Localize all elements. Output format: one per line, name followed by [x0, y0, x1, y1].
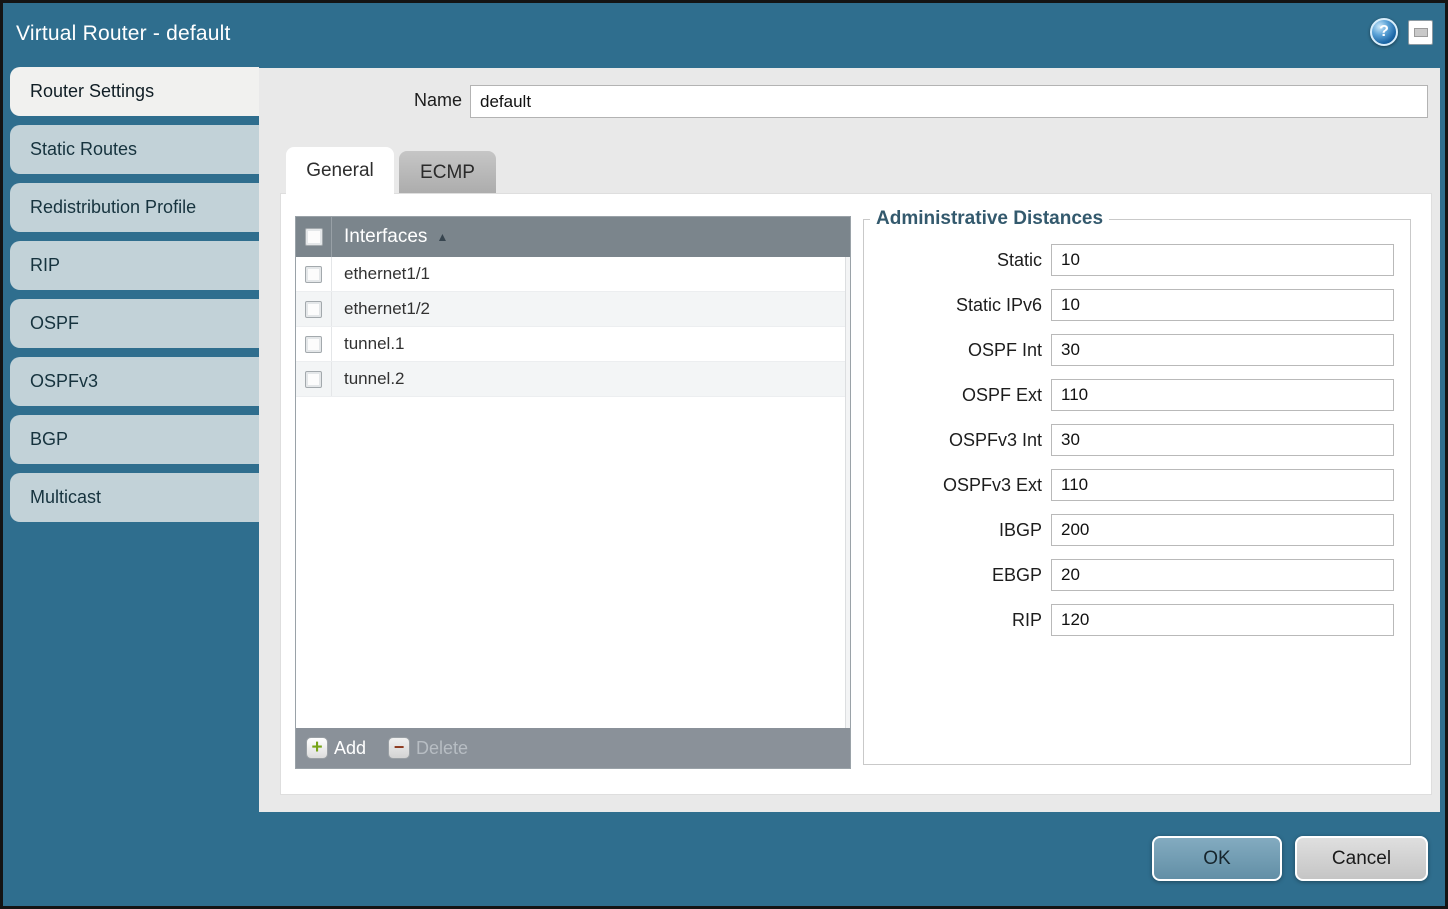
name-label: Name: [259, 90, 462, 111]
tab-ecmp[interactable]: ECMP: [399, 151, 496, 194]
row-checkbox-cell: [296, 292, 332, 326]
help-icon[interactable]: ?: [1370, 18, 1398, 46]
cancel-button[interactable]: Cancel: [1295, 836, 1428, 881]
maximize-icon[interactable]: [1408, 20, 1433, 45]
admin-distance-input[interactable]: [1051, 244, 1394, 276]
admin-distance-label: EBGP: [864, 565, 1042, 586]
admin-distance-label: OSPFv3 Ext: [864, 475, 1042, 496]
admin-distance-row: EBGP: [864, 559, 1410, 591]
admin-distance-input[interactable]: [1051, 334, 1394, 366]
add-icon-glyph: +: [311, 738, 322, 757]
admin-distance-label: OSPF Ext: [864, 385, 1042, 406]
interface-name: ethernet1/2: [344, 299, 430, 319]
add-button-label: Add: [334, 738, 366, 759]
interface-name: tunnel.2: [344, 369, 405, 389]
sort-ascending-icon: ▲: [436, 230, 448, 244]
tab-general[interactable]: General: [286, 147, 394, 194]
help-icon-glyph: ?: [1379, 23, 1389, 41]
table-row[interactable]: tunnel.1: [296, 327, 850, 362]
sidebar-item-label: Redistribution Profile: [30, 197, 196, 218]
admin-distance-label: IBGP: [864, 520, 1042, 541]
sidebar-item[interactable]: OSPFv3: [10, 357, 259, 406]
sidebar-item[interactable]: RIP: [10, 241, 259, 290]
administrative-distances-legend: Administrative Distances: [870, 208, 1109, 230]
admin-distance-row: RIP: [864, 604, 1410, 636]
admin-distance-row: OSPFv3 Ext: [864, 469, 1410, 501]
admin-distance-row: OSPF Ext: [864, 379, 1410, 411]
title-bar: Virtual Router - default ?: [3, 3, 1445, 65]
admin-distance-row: IBGP: [864, 514, 1410, 546]
admin-distance-input[interactable]: [1051, 559, 1394, 591]
sidebar-item[interactable]: Static Routes: [10, 125, 259, 174]
interfaces-column-header[interactable]: Interfaces: [344, 226, 427, 248]
admin-distance-label: OSPFv3 Int: [864, 430, 1042, 451]
admin-distance-input[interactable]: [1051, 289, 1394, 321]
delete-icon-glyph: −: [394, 738, 405, 756]
admin-distance-label: OSPF Int: [864, 340, 1042, 361]
interfaces-table-header[interactable]: Interfaces ▲: [296, 217, 850, 257]
sidebar-item-label: Router Settings: [30, 81, 154, 102]
table-scrollbar[interactable]: [845, 257, 850, 728]
administrative-distances-fieldset: Administrative Distances Static Static I…: [863, 208, 1411, 765]
sidebar-item-label: RIP: [30, 255, 60, 276]
sidebar-item[interactable]: OSPF: [10, 299, 259, 348]
administrative-distances-fields: Static Static IPv6 OSPF Int OSPF Ext OSP…: [864, 244, 1410, 636]
admin-distance-row: Static: [864, 244, 1410, 276]
ok-button[interactable]: OK: [1152, 836, 1282, 881]
row-checkbox-cell: [296, 257, 332, 291]
sidebar-item-label: Multicast: [30, 487, 101, 508]
select-all-checkbox[interactable]: [305, 228, 323, 246]
row-checkbox-cell: [296, 327, 332, 361]
delete-button-label: Delete: [416, 738, 468, 759]
admin-distance-label: Static IPv6: [864, 295, 1042, 316]
interfaces-table-body: ethernet1/1 ethernet1/2 tunnel.1 tunnel.…: [296, 257, 850, 728]
add-button[interactable]: + Add: [306, 737, 366, 759]
sidebar-item-label: Static Routes: [30, 139, 137, 160]
delete-button[interactable]: − Delete: [388, 737, 468, 759]
sidebar-item[interactable]: Multicast: [10, 473, 259, 522]
table-row[interactable]: ethernet1/2: [296, 292, 850, 327]
interfaces-table: Interfaces ▲ ethernet1/1 ethernet1/2 tun…: [295, 216, 851, 769]
dialog-title: Virtual Router - default: [16, 22, 231, 46]
admin-distance-input[interactable]: [1051, 514, 1394, 546]
table-row[interactable]: ethernet1/1: [296, 257, 850, 292]
virtual-router-dialog: Virtual Router - default ? Router Settin…: [3, 3, 1445, 906]
admin-distance-input[interactable]: [1051, 604, 1394, 636]
sidebar-item-label: OSPFv3: [30, 371, 98, 392]
admin-distance-row: Static IPv6: [864, 289, 1410, 321]
row-checkbox-cell: [296, 362, 332, 396]
maximize-icon-inner: [1414, 28, 1428, 37]
admin-distance-label: RIP: [864, 610, 1042, 631]
sidebar-item-label: OSPF: [30, 313, 79, 334]
table-row[interactable]: tunnel.2: [296, 362, 850, 397]
sidebar: Router Settings Static Routes Redistribu…: [10, 67, 259, 522]
row-checkbox[interactable]: [305, 336, 322, 353]
interfaces-rows: ethernet1/1 ethernet1/2 tunnel.1 tunnel.…: [296, 257, 850, 397]
admin-distance-input[interactable]: [1051, 379, 1394, 411]
admin-distance-row: OSPF Int: [864, 334, 1410, 366]
delete-icon: −: [388, 737, 410, 759]
sidebar-item[interactable]: BGP: [10, 415, 259, 464]
interface-name: tunnel.1: [344, 334, 405, 354]
sidebar-item[interactable]: Redistribution Profile: [10, 183, 259, 232]
row-checkbox[interactable]: [305, 266, 322, 283]
row-checkbox[interactable]: [305, 301, 322, 318]
admin-distance-input[interactable]: [1051, 469, 1394, 501]
add-icon: +: [306, 737, 328, 759]
general-tab-content: Interfaces ▲ ethernet1/1 ethernet1/2 tun…: [281, 194, 1431, 794]
header-checkbox-cell: [296, 217, 332, 257]
sidebar-item-label: BGP: [30, 429, 68, 450]
content-panel: Name General ECMP Interfaces ▲ ethernet1…: [259, 68, 1440, 812]
name-input[interactable]: [470, 85, 1428, 118]
interface-name: ethernet1/1: [344, 264, 430, 284]
admin-distance-label: Static: [864, 250, 1042, 271]
row-checkbox[interactable]: [305, 371, 322, 388]
sidebar-item[interactable]: Router Settings: [10, 67, 259, 116]
admin-distance-row: OSPFv3 Int: [864, 424, 1410, 456]
interfaces-table-footer: + Add − Delete: [296, 728, 850, 768]
admin-distance-input[interactable]: [1051, 424, 1394, 456]
